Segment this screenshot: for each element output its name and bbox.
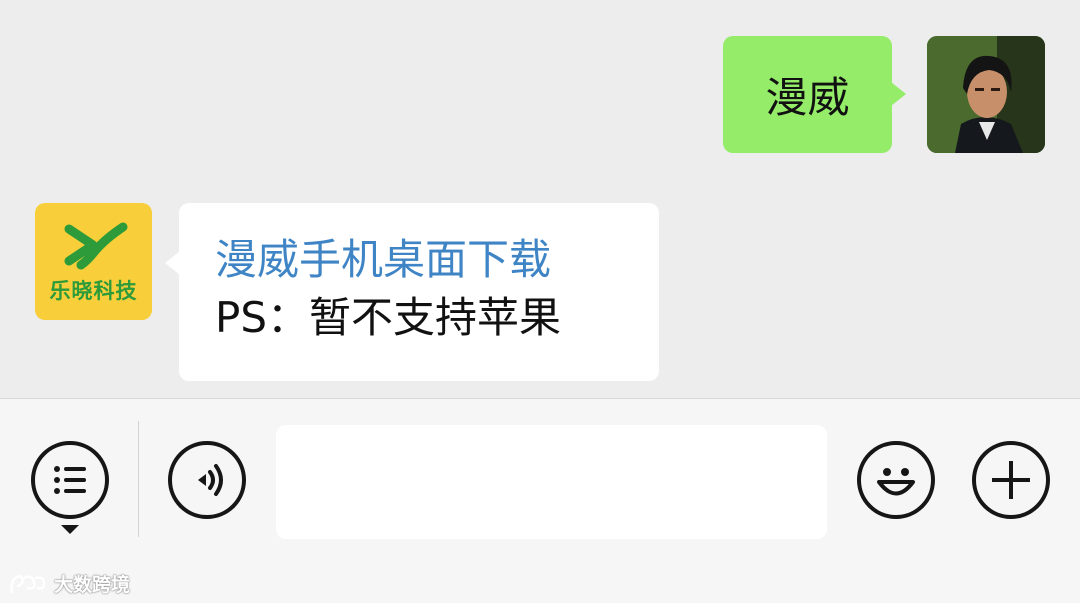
- bot-avatar[interactable]: 乐晓科技: [35, 203, 152, 320]
- bot-avatar-label: 乐晓科技: [49, 279, 138, 303]
- menu-button[interactable]: [31, 441, 109, 519]
- watermark-logo-icon: [10, 574, 46, 593]
- watermark-text: 大数跨境: [54, 574, 131, 596]
- toolbar-divider: [138, 421, 139, 537]
- incoming-message-note: PS：暂不支持苹果: [215, 293, 561, 342]
- plus-icon: [992, 461, 1030, 499]
- voice-icon: [198, 464, 223, 496]
- bot-logo-icon: [64, 222, 128, 270]
- user-photo-avatar-icon: [927, 36, 1045, 153]
- input-toolbar: [0, 398, 1080, 603]
- chat-area: 漫威 乐晓科技 漫威手机桌面下载 PS：暂不支持苹果: [0, 0, 1080, 398]
- watermark: 大数跨境: [8, 570, 130, 597]
- user-avatar[interactable]: [927, 36, 1045, 153]
- download-link[interactable]: 漫威手机桌面下载: [215, 231, 623, 289]
- smile-icon: [877, 468, 915, 496]
- message-input[interactable]: [276, 425, 827, 539]
- outgoing-message-bubble[interactable]: 漫威: [723, 36, 906, 153]
- voice-button[interactable]: [168, 441, 246, 519]
- more-button[interactable]: [972, 441, 1050, 519]
- chevron-down-icon: [61, 525, 79, 534]
- outgoing-message-text: 漫威: [765, 73, 850, 122]
- emoji-button[interactable]: [857, 441, 935, 519]
- list-icon: [54, 466, 86, 494]
- incoming-message-bubble: 漫威手机桌面下载 PS：暂不支持苹果: [165, 203, 659, 381]
